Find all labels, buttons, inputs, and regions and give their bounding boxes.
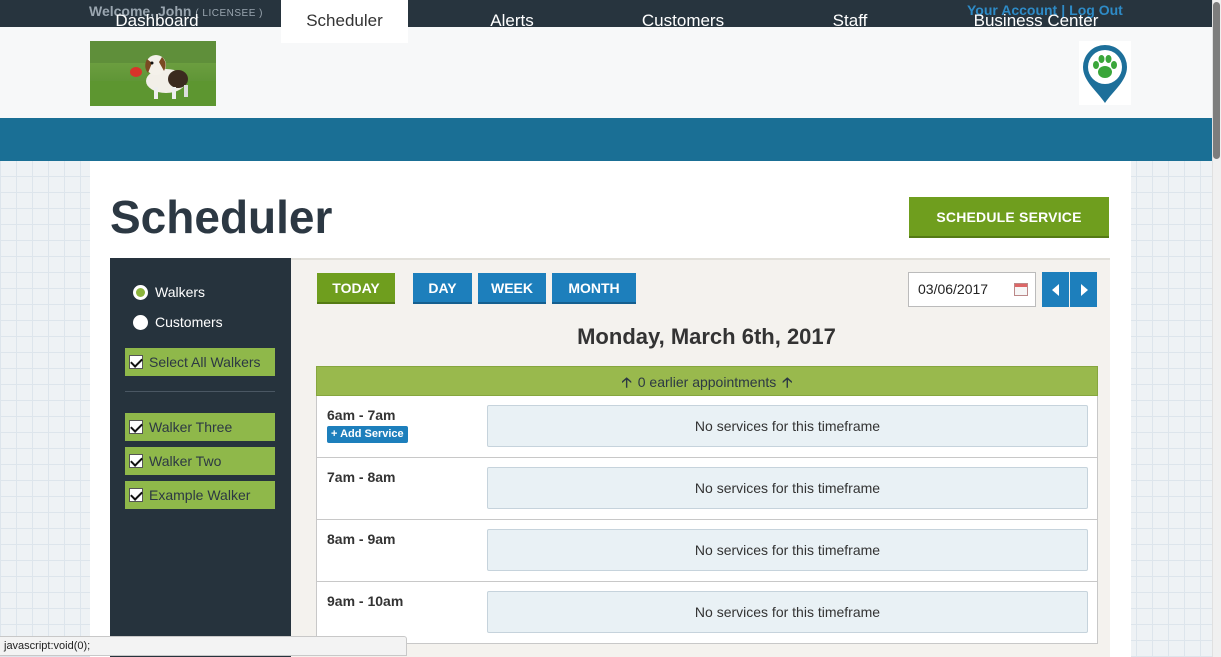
- schedule-service-button[interactable]: SCHEDULE SERVICE: [909, 197, 1109, 238]
- add-service-button[interactable]: + Add Service: [327, 426, 408, 443]
- dog-photo-logo[interactable]: [90, 41, 216, 106]
- earlier-appointments-bar[interactable]: 🡡 0 earlier appointments 🡡: [316, 366, 1098, 396]
- nav-staff[interactable]: Staff: [810, 0, 890, 43]
- walker-checkbox[interactable]: Walker Three: [125, 413, 275, 441]
- radio-checked-icon: [133, 284, 148, 300]
- day-title: Monday, March 6th, 2017: [577, 324, 836, 349]
- main-nav: [0, 118, 1212, 161]
- checkbox-checked-icon: [129, 488, 143, 502]
- walker-label: Walker Two: [149, 453, 222, 469]
- select-all-walkers-label: Select All Walkers: [149, 354, 261, 370]
- radio-customers-label: Customers: [155, 314, 223, 330]
- nav-alerts[interactable]: Alerts: [462, 0, 562, 43]
- walker-label: Example Walker: [149, 487, 251, 503]
- sidebar-divider: [125, 391, 275, 392]
- date-value: 03/06/2017: [918, 281, 989, 297]
- nav-scheduler[interactable]: Scheduler: [281, 0, 408, 43]
- paw-pin-logo-icon[interactable]: [1079, 41, 1131, 105]
- walker-checkbox[interactable]: Example Walker: [125, 481, 275, 509]
- walker-checkbox[interactable]: Walker Two: [125, 447, 275, 475]
- scrollbar-thumb[interactable]: [1213, 2, 1220, 159]
- slot-empty-message: No services for this timeframe: [487, 591, 1088, 633]
- month-view-button[interactable]: MONTH: [552, 273, 636, 304]
- radio-walkers[interactable]: Walkers: [133, 282, 205, 302]
- earlier-appointments-label: 0 earlier appointments: [637, 374, 777, 390]
- browser-status-bar: javascript:void(0);: [0, 636, 407, 656]
- day-view-button[interactable]: DAY: [413, 273, 472, 304]
- checkbox-checked-icon: [129, 420, 143, 434]
- chevron-left-icon: [1051, 283, 1059, 296]
- next-day-button[interactable]: [1070, 272, 1097, 307]
- week-view-button[interactable]: WEEK: [478, 273, 546, 304]
- checkbox-checked-icon: [129, 355, 143, 369]
- today-button[interactable]: TODAY: [317, 273, 395, 304]
- radio-customers[interactable]: Customers: [133, 312, 223, 332]
- slot-empty-message: No services for this timeframe: [487, 529, 1088, 571]
- arrow-up-icon: 🡡: [782, 374, 793, 390]
- slot-time-label: 8am - 9am: [327, 531, 396, 547]
- calendar-icon[interactable]: [1014, 283, 1028, 296]
- nav-dashboard[interactable]: Dashboard: [90, 0, 224, 43]
- slot-empty-message: No services for this timeframe: [487, 405, 1088, 447]
- page-title: Scheduler: [110, 191, 333, 243]
- time-slot: 9am - 10am No services for this timefram…: [316, 582, 1098, 644]
- time-slot: 8am - 9am No services for this timeframe: [316, 520, 1098, 582]
- slot-empty-message: No services for this timeframe: [487, 467, 1088, 509]
- checkbox-checked-icon: [129, 454, 143, 468]
- date-picker-input[interactable]: 03/06/2017: [908, 272, 1036, 307]
- time-slot: 6am - 7am + Add Service No services for …: [316, 396, 1098, 458]
- radio-walkers-label: Walkers: [155, 284, 206, 300]
- time-slot: 7am - 8am No services for this timeframe: [316, 458, 1098, 520]
- radio-unchecked-icon: [133, 314, 148, 330]
- prev-day-button[interactable]: [1042, 272, 1069, 307]
- arrow-up-icon: 🡡: [621, 374, 632, 390]
- select-all-walkers-checkbox[interactable]: Select All Walkers: [125, 348, 275, 376]
- slot-time-label: 9am - 10am: [327, 593, 404, 609]
- slot-time-label: 6am - 7am: [327, 407, 396, 423]
- nav-customers[interactable]: Customers: [623, 0, 743, 43]
- slot-time-label: 7am - 8am: [327, 469, 396, 485]
- walker-label: Walker Three: [149, 419, 233, 435]
- nav-business-center[interactable]: Business Center: [958, 0, 1114, 43]
- chevron-right-icon: [1080, 283, 1088, 296]
